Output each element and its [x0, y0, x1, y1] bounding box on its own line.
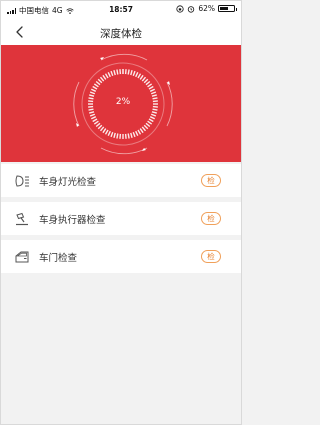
- battery-level: [220, 7, 229, 10]
- check-badge[interactable]: 检: [201, 212, 221, 225]
- progress-tick: [116, 133, 119, 139]
- progress-tick: [147, 83, 153, 88]
- progress-tick: [132, 131, 136, 138]
- progress-tick: [95, 80, 101, 86]
- page-title: 深度体检: [100, 28, 142, 40]
- progress-tick: [110, 131, 114, 138]
- status-right: 62%: [176, 4, 237, 13]
- progress-tick: [99, 126, 105, 132]
- progress-tick: [149, 88, 156, 92]
- screen: 中国电信 4G 18:57 62% 深度体检 2% 车身灯光检查 检 车身执行器…: [0, 0, 242, 425]
- battery-icon: [218, 5, 237, 12]
- progress-tick: [132, 70, 136, 77]
- progress-tick: [143, 124, 149, 130]
- alarm-icon: [188, 5, 195, 13]
- progress-tick: [141, 126, 147, 132]
- progress-tick: [104, 129, 109, 135]
- progress-tick: [113, 70, 116, 76]
- progress-tick: [151, 111, 157, 114]
- progress-tick: [127, 133, 130, 139]
- progress-tick: [102, 128, 107, 134]
- progress-tick: [135, 130, 139, 137]
- progress-tick: [148, 118, 154, 123]
- progress-tick: [147, 120, 153, 125]
- progress-tick: [148, 85, 154, 90]
- progress-tick: [89, 111, 95, 114]
- progress-tick: [99, 76, 105, 82]
- progress-tick: [135, 71, 139, 78]
- actuator-icon: [16, 212, 28, 225]
- progress-tick: [102, 74, 107, 80]
- status-bar: 中国电信 4G 18:57 62%: [1, 1, 241, 19]
- progress-tick: [90, 116, 97, 120]
- car-door-icon: [15, 251, 29, 262]
- progress-panel: 2%: [1, 45, 241, 162]
- progress-tick: [95, 122, 101, 128]
- orientation-lock-icon: [176, 4, 184, 13]
- progress-tick: [92, 85, 98, 90]
- progress-tick: [143, 78, 149, 84]
- progress-tick: [130, 132, 133, 138]
- check-badge[interactable]: 检: [201, 250, 221, 263]
- progress-tick: [93, 120, 99, 125]
- check-badge[interactable]: 检: [201, 174, 221, 187]
- progress-tick: [110, 70, 114, 77]
- progress-tick: [104, 73, 109, 79]
- check-item-doors[interactable]: 车门检查 检: [1, 240, 241, 273]
- progress-tick: [93, 83, 99, 88]
- progress-tick: [97, 124, 103, 130]
- progress-tick: [89, 91, 96, 95]
- progress-tick: [113, 132, 116, 138]
- progress-tick: [149, 116, 156, 120]
- progress-tick: [141, 76, 147, 82]
- progress-tick: [137, 73, 142, 79]
- progress-tick: [89, 113, 96, 117]
- check-item-label: 车身执行器检查: [39, 214, 106, 226]
- progress-percent: 2%: [115, 97, 131, 107]
- battery-percent: 62%: [198, 4, 215, 13]
- progress-tick: [107, 71, 111, 78]
- check-item-label: 车身灯光检查: [39, 176, 97, 188]
- progress-tick: [145, 122, 151, 128]
- progress-tick: [150, 91, 157, 95]
- progress-tick: [137, 129, 142, 135]
- progress-tick: [150, 113, 157, 117]
- progress-tick: [145, 80, 151, 86]
- progress-tick: [152, 108, 158, 111]
- progress-tick: [139, 74, 144, 80]
- progress-tick: [88, 108, 94, 111]
- progress-tick: [127, 69, 130, 75]
- nav-bar: 深度体检: [1, 19, 241, 45]
- check-item-label: 车门检查: [39, 252, 78, 264]
- headlight-icon: [15, 174, 29, 187]
- progress-tick: [152, 97, 158, 100]
- check-item-body-lights[interactable]: 车身灯光检查 检: [1, 164, 241, 197]
- progress-tick: [90, 88, 97, 92]
- progress-tick: [107, 130, 111, 137]
- progress-tick: [130, 70, 133, 76]
- check-item-body-actuators[interactable]: 车身执行器检查 检: [1, 202, 241, 235]
- progress-tick: [116, 69, 119, 75]
- progress-tick: [92, 118, 98, 123]
- progress-tick: [97, 78, 103, 84]
- progress-tick: [139, 128, 144, 134]
